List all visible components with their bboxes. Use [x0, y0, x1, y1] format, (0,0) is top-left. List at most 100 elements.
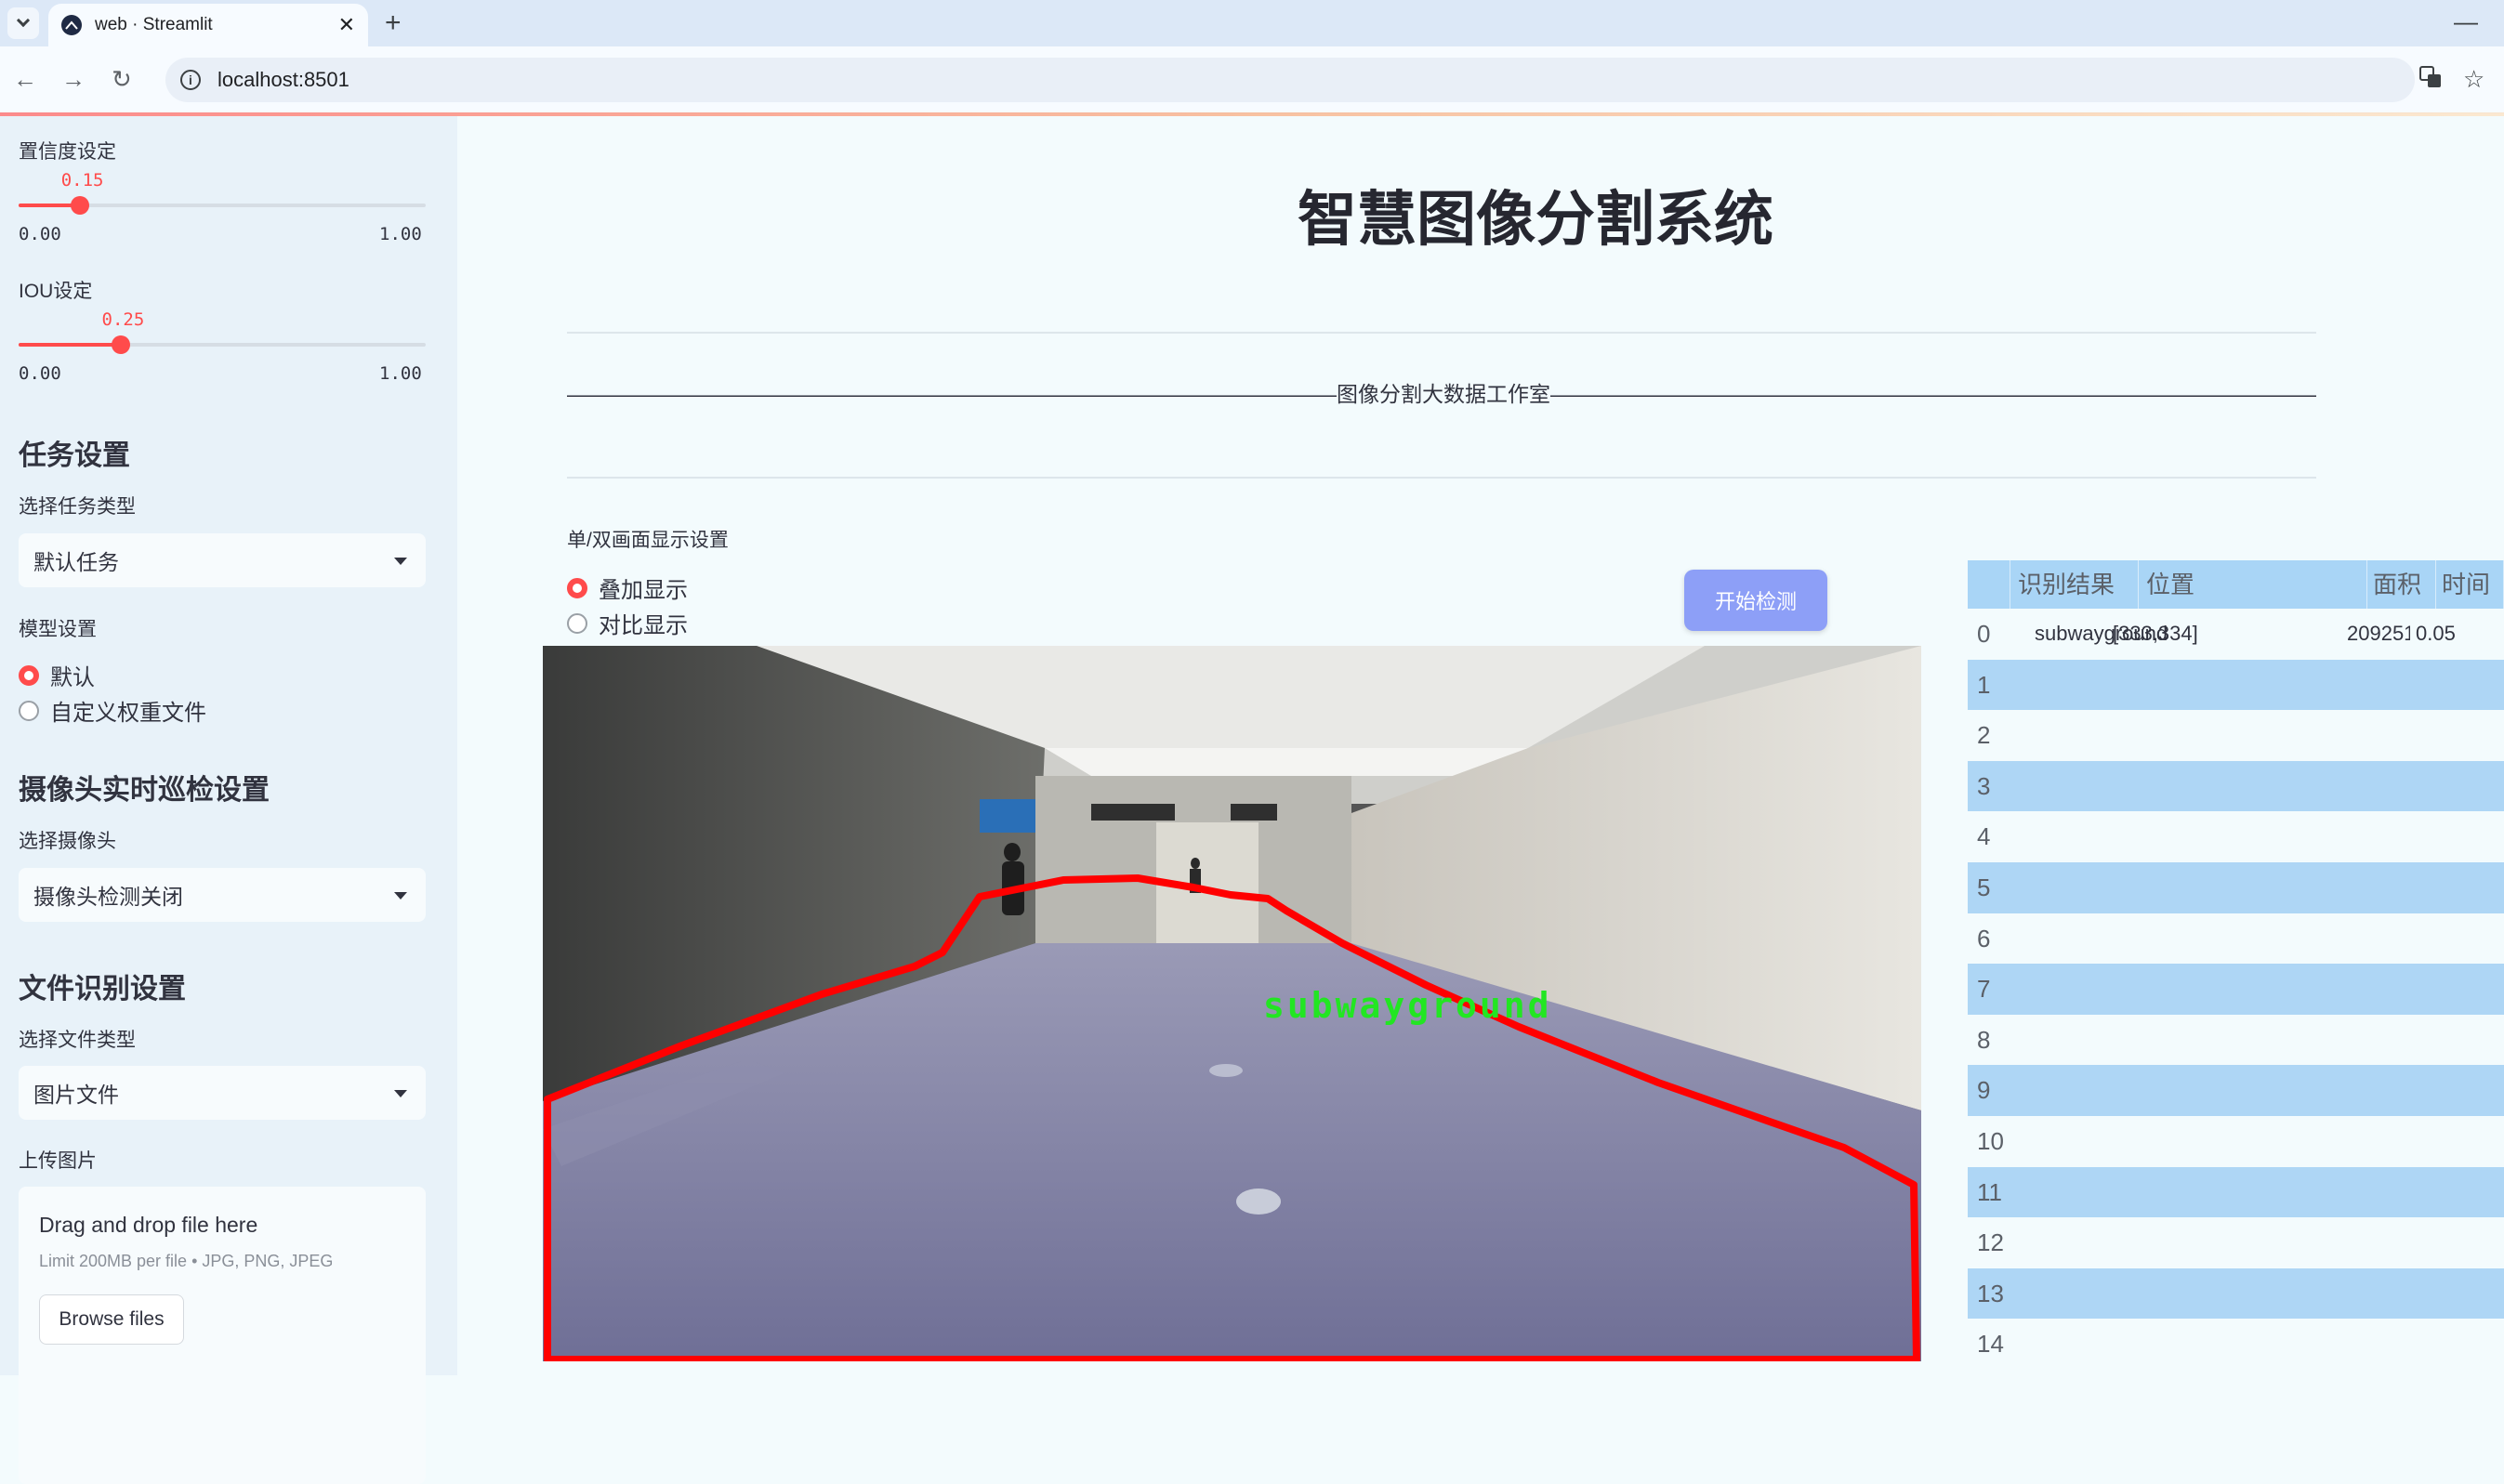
- bookmark-star-icon[interactable]: ☆: [2463, 65, 2484, 94]
- close-tab-icon[interactable]: ✕: [338, 13, 355, 37]
- confidence-max: 1.00: [379, 224, 422, 244]
- table-row[interactable]: 14: [1968, 1319, 2504, 1370]
- table-cell-time: [2436, 1268, 2504, 1320]
- radio-selected-icon: [19, 664, 39, 686]
- table-cell-index: 0: [1977, 620, 1991, 648]
- table-row[interactable]: 12: [1968, 1217, 2504, 1268]
- table-cell-area: [2367, 761, 2436, 812]
- main-content: 智慧图像分割系统 ———————————————————————————————…: [457, 116, 2504, 1375]
- table-cell-time: [2436, 811, 2504, 862]
- column-header[interactable]: 面积: [2367, 560, 2436, 609]
- file-settings-heading: 文件识别设置: [19, 974, 186, 1005]
- table-cell-time: [2436, 1217, 2504, 1268]
- table-row[interactable]: 2: [1968, 710, 2504, 761]
- column-header[interactable]: 时间: [2436, 560, 2504, 609]
- browse-files-button[interactable]: Browse files: [39, 1294, 184, 1345]
- detection-image: subwayground: [543, 646, 1921, 1361]
- display-mode-overlay[interactable]: 叠加显示: [567, 571, 688, 604]
- tab-search-button[interactable]: [7, 7, 39, 39]
- iou-slider-fill: [19, 343, 121, 347]
- table-cell-result: [2010, 1217, 2139, 1268]
- table-cell-index: 13: [1977, 1279, 2004, 1307]
- column-header[interactable]: 识别结果: [2010, 560, 2139, 609]
- table-cell-area: [2367, 862, 2436, 913]
- minimize-window-button[interactable]: —: [2454, 7, 2478, 36]
- table-cell-area: 209251: [2347, 622, 2410, 645]
- task-type-label: 选择任务类型: [19, 496, 136, 518]
- display-mode-compare[interactable]: 对比显示: [567, 607, 688, 639]
- table-cell-time: [2436, 710, 2504, 761]
- translate-icon[interactable]: [2418, 65, 2443, 96]
- camera-settings-heading: 摄像头实时巡检设置: [19, 775, 270, 806]
- table-cell-area: [2367, 710, 2436, 761]
- radio-selected-icon: [567, 577, 587, 598]
- table-cell-position: [2139, 1319, 2367, 1370]
- table-cell-position: [2139, 761, 2367, 812]
- display-mode-overlay-label: 叠加显示: [599, 578, 688, 603]
- iou-label: IOU设定: [19, 281, 93, 302]
- divider: [567, 332, 2316, 334]
- task-type-select[interactable]: 默认任务: [19, 533, 426, 587]
- confidence-slider[interactable]: [19, 196, 426, 215]
- divider: [567, 477, 2316, 479]
- iou-slider[interactable]: [19, 335, 426, 354]
- table-row[interactable]: 10: [1968, 1116, 2504, 1167]
- forward-arrow-icon[interactable]: →: [61, 63, 86, 95]
- file-type-select[interactable]: 图片文件: [19, 1066, 426, 1120]
- table-cell-time: [2436, 660, 2504, 711]
- table-cell-time: [2436, 964, 2504, 1015]
- file-type-selected: 图片文件: [33, 1083, 119, 1107]
- dropzone-limit-text: Limit 200MB per file • JPG, PNG, JPEG: [39, 1252, 334, 1270]
- table-row[interactable]: 6: [1968, 913, 2504, 965]
- column-header[interactable]: 位置: [2139, 560, 2367, 609]
- table-cell-result: [2010, 710, 2139, 761]
- table-row[interactable]: 3: [1968, 760, 2504, 812]
- task-settings-heading: 任务设置: [19, 440, 130, 471]
- table-cell-index: 12: [1977, 1228, 2004, 1257]
- browser-tab[interactable]: web · Streamlit ✕: [48, 4, 368, 46]
- table-row[interactable]: 1: [1968, 659, 2504, 711]
- segmentation-visual: subwayground: [543, 646, 1921, 1361]
- iou-max: 1.00: [379, 363, 422, 384]
- iou-min: 0.00: [19, 363, 61, 384]
- url-field[interactable]: i localhost:8501: [165, 58, 2415, 102]
- table-row[interactable]: 11: [1968, 1166, 2504, 1218]
- table-cell-area: [2367, 1319, 2436, 1370]
- table-cell-position: [2139, 1116, 2367, 1167]
- table-row[interactable]: 13: [1968, 1267, 2504, 1320]
- table-cell-position: [2139, 913, 2367, 965]
- camera-select[interactable]: 摄像头检测关闭: [19, 868, 426, 922]
- model-option-custom[interactable]: 自定义权重文件: [19, 694, 206, 727]
- back-arrow-icon[interactable]: ←: [13, 63, 37, 95]
- model-option-custom-label: 自定义权重文件: [50, 701, 206, 726]
- iou-slider-thumb[interactable]: [111, 335, 130, 354]
- file-dropzone[interactable]: Drag and drop file here Limit 200MB per …: [19, 1187, 426, 1484]
- confidence-slider-thumb[interactable]: [70, 196, 89, 215]
- camera-selected: 摄像头检测关闭: [33, 885, 183, 909]
- site-info-icon[interactable]: i: [180, 70, 201, 90]
- table-row[interactable]: 7: [1968, 964, 2504, 1015]
- table-row[interactable]: 9: [1968, 1065, 2504, 1116]
- start-detection-button[interactable]: 开始检测: [1684, 570, 1827, 631]
- table-cell-index: 2: [1977, 721, 1991, 750]
- table-row[interactable]: 8: [1968, 1015, 2504, 1066]
- table-cell-position: [2139, 1065, 2367, 1116]
- streamlit-favicon-icon: [61, 15, 82, 35]
- column-header[interactable]: [1968, 560, 2010, 609]
- table-row[interactable]: 4: [1968, 811, 2504, 862]
- model-option-default[interactable]: 默认: [19, 659, 95, 691]
- task-type-selected: 默认任务: [33, 550, 119, 574]
- chevron-down-icon: [16, 13, 31, 28]
- table-cell-area: [2367, 1116, 2436, 1167]
- table-cell-position: [2139, 811, 2367, 862]
- sidebar: 置信度设定 0.15 0.00 1.00 IOU设定 0.25 0.00 1.0…: [0, 116, 457, 1484]
- new-tab-button[interactable]: +: [385, 7, 402, 39]
- results-table[interactable]: 识别结果 位置 面积 时间 0 subwayground [333,334] 209251 0.…: [1968, 560, 2504, 1370]
- table-cell-result: [2010, 1116, 2139, 1167]
- table-row[interactable]: 5: [1968, 861, 2504, 913]
- confidence-label: 置信度设定: [19, 141, 116, 163]
- table-row[interactable]: 0 subwayground [333,334] 209251 0.05: [1968, 609, 2504, 660]
- dropzone-text: Drag and drop file here: [39, 1213, 258, 1237]
- display-mode-compare-label: 对比显示: [599, 613, 688, 638]
- reload-icon[interactable]: ↻: [112, 63, 132, 95]
